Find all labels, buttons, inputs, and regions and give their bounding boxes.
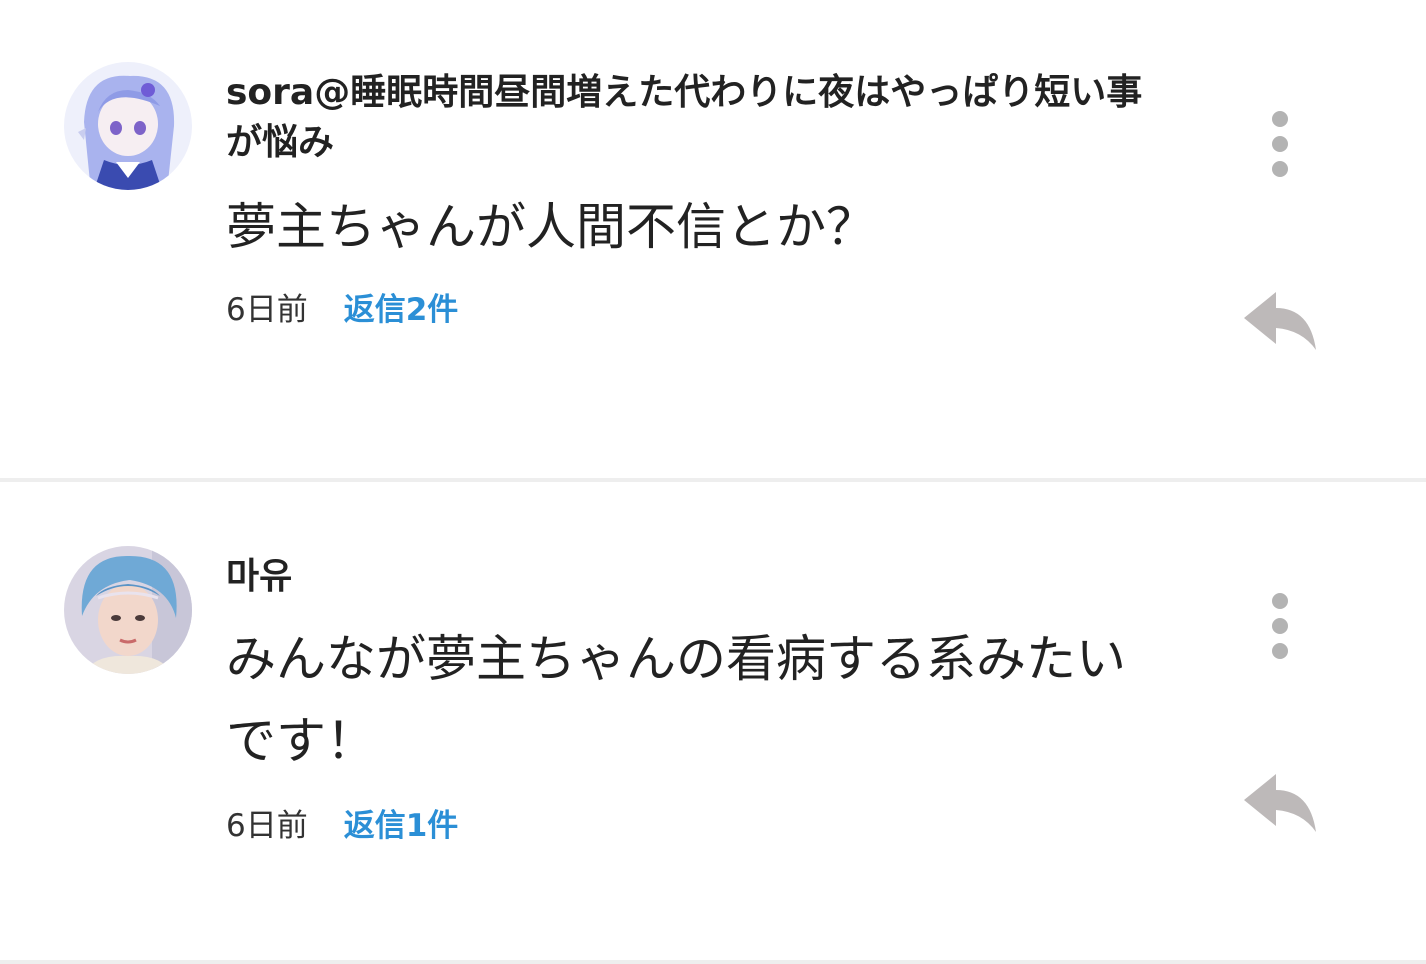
comment-text: みんなが夢主ちゃんの看病する系みたいです！ bbox=[226, 630, 1126, 770]
username[interactable]: sora@睡眠時間昼間増えた代わりに夜はやっぱり短い事が悩み bbox=[226, 68, 1146, 168]
divider bbox=[0, 960, 1426, 964]
comment-item: sora@睡眠時間昼間増えた代わりに夜はやっぱり短い事が悩み 夢主ちゃんが人間不… bbox=[0, 0, 1426, 478]
username[interactable]: 마유 bbox=[226, 552, 1146, 602]
reply-arrow-icon bbox=[1244, 292, 1316, 350]
user-avatar[interactable] bbox=[64, 62, 192, 190]
reply-count-link[interactable]: 返信1件 bbox=[344, 808, 459, 844]
vertical-dots-icon bbox=[1272, 111, 1288, 127]
comment-text: 夢主ちゃんが人間不信とか？ bbox=[226, 198, 876, 256]
reply-button[interactable] bbox=[1240, 770, 1320, 836]
vertical-dots-icon bbox=[1272, 593, 1288, 609]
anime-character-avatar bbox=[64, 62, 192, 190]
comment-item: 마유 みんなが夢主ちゃんの看病する系みたいです！ 6日前 返信1件 bbox=[0, 482, 1426, 960]
reply-arrow-icon bbox=[1244, 774, 1316, 832]
reply-button[interactable] bbox=[1240, 288, 1320, 354]
user-avatar[interactable] bbox=[64, 546, 192, 674]
more-options-button[interactable] bbox=[1262, 589, 1298, 663]
person-photo-avatar bbox=[64, 546, 192, 674]
reply-count-link[interactable]: 返信2件 bbox=[344, 292, 459, 328]
timestamp: 6日前 bbox=[226, 292, 308, 328]
comment-meta: 6日前 返信2件 bbox=[226, 290, 458, 330]
more-options-button[interactable] bbox=[1262, 107, 1298, 181]
comment-meta: 6日前 返信1件 bbox=[226, 806, 458, 846]
timestamp: 6日前 bbox=[226, 808, 308, 844]
